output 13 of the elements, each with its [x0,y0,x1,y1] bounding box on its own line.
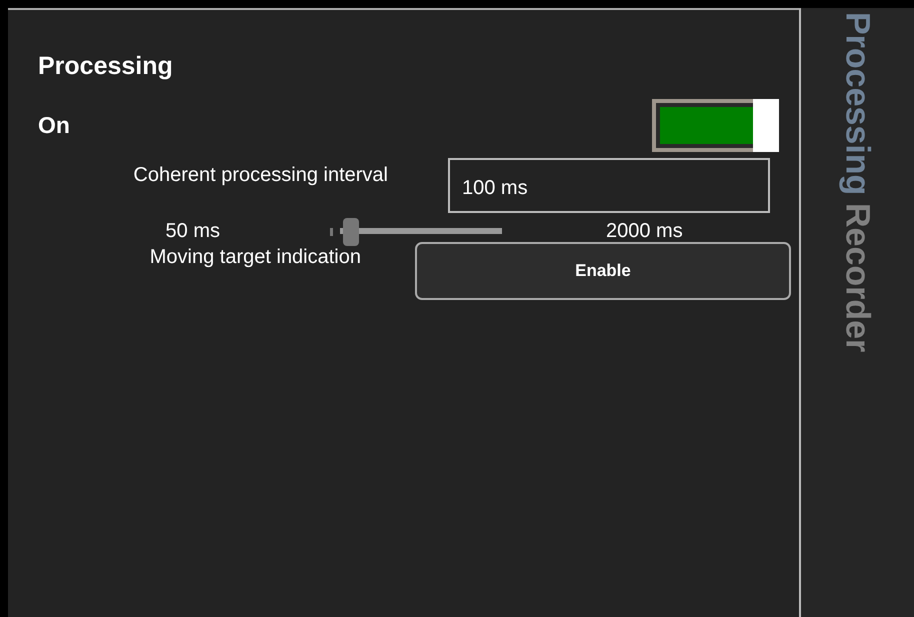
slider-track[interactable] [330,218,502,244]
toggle-switch[interactable] [652,98,779,152]
panel-title: Processing [38,52,174,82]
side-tab[interactable]: Recorder [840,203,874,361]
field-label: Coherent processing interval [132,164,389,187]
option-label: Moving target indication [148,246,362,269]
side-tab[interactable]: Processing [840,12,874,204]
max-label: 2000 ms [606,220,683,242]
slider-thumb[interactable] [342,218,358,246]
min-label: 50 ms [164,220,220,242]
toggle-label: On [38,112,71,138]
input-field[interactable]: 100 ms [448,158,770,213]
enable-button[interactable]: Enable [415,242,791,300]
